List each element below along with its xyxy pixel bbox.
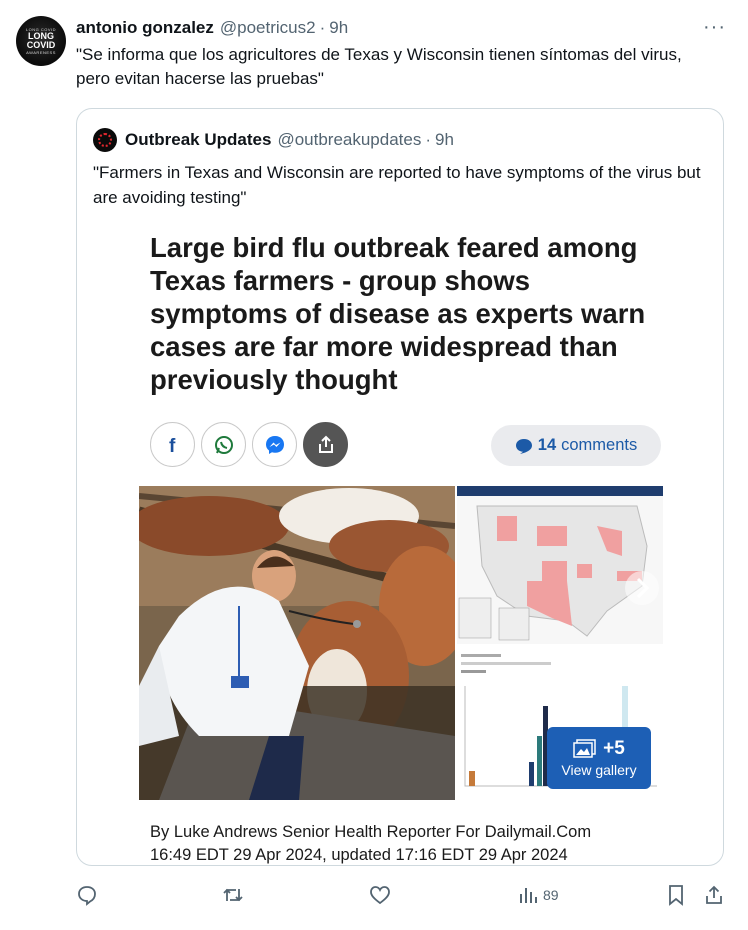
article-screenshot[interactable]: Large bird flu outbreak feared among Tex…: [139, 219, 663, 805]
quoted-author-name: Outbreak Updates: [125, 130, 272, 149]
tweet-header: antonio gonzalez @poetricus2 · 9h: [76, 16, 728, 40]
share-icon: [703, 884, 725, 906]
reply-icon: [76, 884, 98, 906]
messenger-icon: [252, 422, 297, 467]
facebook-icon: f: [150, 422, 195, 467]
article-byline: By Luke Andrews Senior Health Reporter F…: [150, 821, 710, 865]
quoted-tweet-time: 9h: [435, 130, 454, 149]
retweet-button[interactable]: [221, 880, 245, 910]
more-options-button[interactable]: ···: [703, 16, 726, 39]
article-photo: [139, 486, 455, 800]
author-handle[interactable]: @poetricus2: [220, 18, 316, 38]
gallery-icon: [573, 739, 597, 759]
gallery-count: +5: [603, 738, 625, 759]
comments-label: comments: [561, 436, 638, 454]
reply-button[interactable]: [76, 880, 98, 910]
retweet-icon: [221, 884, 245, 906]
quoted-author-handle: @outbreakupdates: [277, 130, 422, 149]
share-icon: [303, 422, 348, 467]
separator-dot: ·: [319, 18, 326, 37]
share-button[interactable]: [703, 880, 725, 910]
comment-bubble-icon: [515, 438, 533, 454]
tweet-action-bar: 89: [76, 880, 724, 910]
gallery-next-icon: [625, 571, 659, 605]
quoted-tweet-header: Outbreak Updates @outbreakupdates · 9h: [93, 128, 707, 152]
views-icon: [518, 885, 538, 905]
quoted-tweet-card[interactable]: Outbreak Updates @outbreakupdates · 9h "…: [76, 108, 724, 866]
svg-text:f: f: [169, 436, 176, 455]
bookmark-button[interactable]: [666, 880, 686, 910]
article-headline: Large bird flu outbreak feared among Tex…: [150, 232, 646, 395]
avatar[interactable]: LONG COVID LONG COVID AWARENESS: [16, 16, 66, 66]
author-name[interactable]: antonio gonzalez: [76, 18, 214, 38]
views-button[interactable]: 89: [518, 880, 559, 910]
article-share-row: f 14 comments: [150, 422, 661, 467]
byline-dateline: 16:49 EDT 29 Apr 2024, updated 17:16 EDT…: [150, 846, 568, 864]
comments-count: 14: [537, 436, 557, 454]
tweet-time[interactable]: 9h: [329, 18, 348, 38]
view-gallery-button: +5 View gallery: [547, 727, 651, 789]
separator-dot: ·: [425, 130, 432, 149]
byline-author: By Luke Andrews Senior Health Reporter F…: [150, 823, 592, 841]
gallery-label: View gallery: [561, 762, 637, 778]
like-icon: [369, 884, 391, 906]
avatar-ring-text-bottom: AWARENESS: [26, 50, 56, 55]
avatar-logo-line2: COVID: [26, 40, 56, 50]
quoted-tweet-text: "Farmers in Texas and Wisconsin are repo…: [93, 163, 701, 207]
bookmark-icon: [666, 884, 686, 906]
views-count: 89: [543, 887, 559, 903]
comments-pill: 14 comments: [491, 425, 661, 466]
tweet-text: "Se informa que los agricultores de Texa…: [76, 45, 682, 88]
whatsapp-icon: [201, 422, 246, 467]
quoted-avatar: [93, 128, 117, 152]
like-button[interactable]: [369, 880, 391, 910]
